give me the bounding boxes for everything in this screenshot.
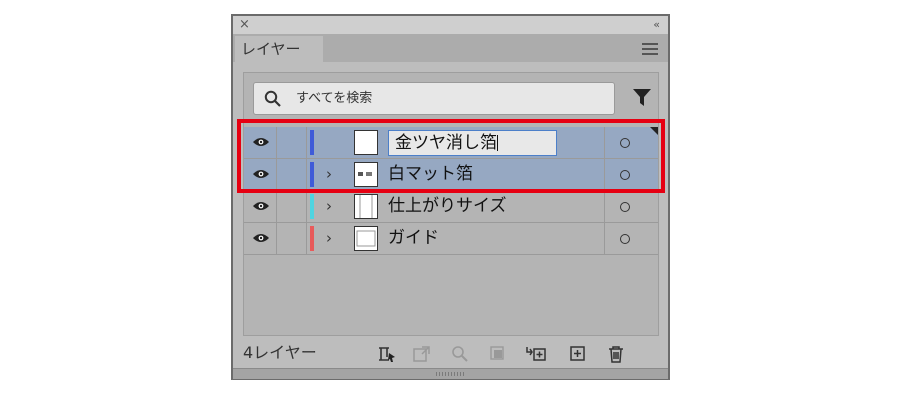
new-layer-icon[interactable] [569,345,587,363]
locate-object-icon [413,346,430,362]
layer-count: 4レイヤー [243,343,317,362]
layer-name[interactable]: ガイド [388,223,439,254]
panel-footer: 4レイヤー [233,338,668,368]
filter-icon[interactable] [632,87,652,107]
close-icon[interactable]: × [239,16,250,34]
search-icon [264,90,281,107]
layer-thumbnail [354,194,378,219]
layer-row[interactable]: › 仕上がりサイズ [244,191,658,223]
highlight-box [237,119,665,193]
collect-for-export-icon[interactable] [377,345,397,363]
visibility-eye-icon[interactable] [252,232,270,244]
layer-thumbnail [354,226,378,251]
panel-titlebar: × ‹‹ [233,16,668,34]
expand-arrow-icon[interactable]: › [326,223,332,254]
tab-row: レイヤー [233,34,668,62]
layer-color-bar [310,226,314,251]
expand-arrow-icon[interactable]: › [326,191,332,222]
collapse-icon[interactable]: ‹‹ [653,16,660,34]
target-circle-icon[interactable] [620,234,630,244]
target-circle-icon[interactable] [620,202,630,212]
clipping-mask-icon [490,346,504,360]
layers-panel: × ‹‹ レイヤー すべてを検索 金ツヤ消し箔 › 白マット箔 › 仕上がりサイ… [231,14,670,380]
resize-grip[interactable] [233,368,668,379]
layers-list-area: すべてを検索 金ツヤ消し箔 › 白マット箔 › 仕上がりサイズ › ガイド [243,72,659,336]
layer-name[interactable]: 仕上がりサイズ [388,191,507,222]
layer-row[interactable]: › ガイド [244,223,658,255]
visibility-eye-icon[interactable] [252,200,270,212]
search-layer-icon [452,346,468,362]
tab-layers[interactable]: レイヤー [235,36,323,62]
panel-menu-icon[interactable] [642,43,658,58]
search-input[interactable]: すべてを検索 [253,82,615,115]
layer-color-bar [310,194,314,219]
trash-icon[interactable] [607,345,625,363]
create-sublayer-icon[interactable] [525,345,547,363]
search-placeholder: すべてを検索 [296,91,373,106]
